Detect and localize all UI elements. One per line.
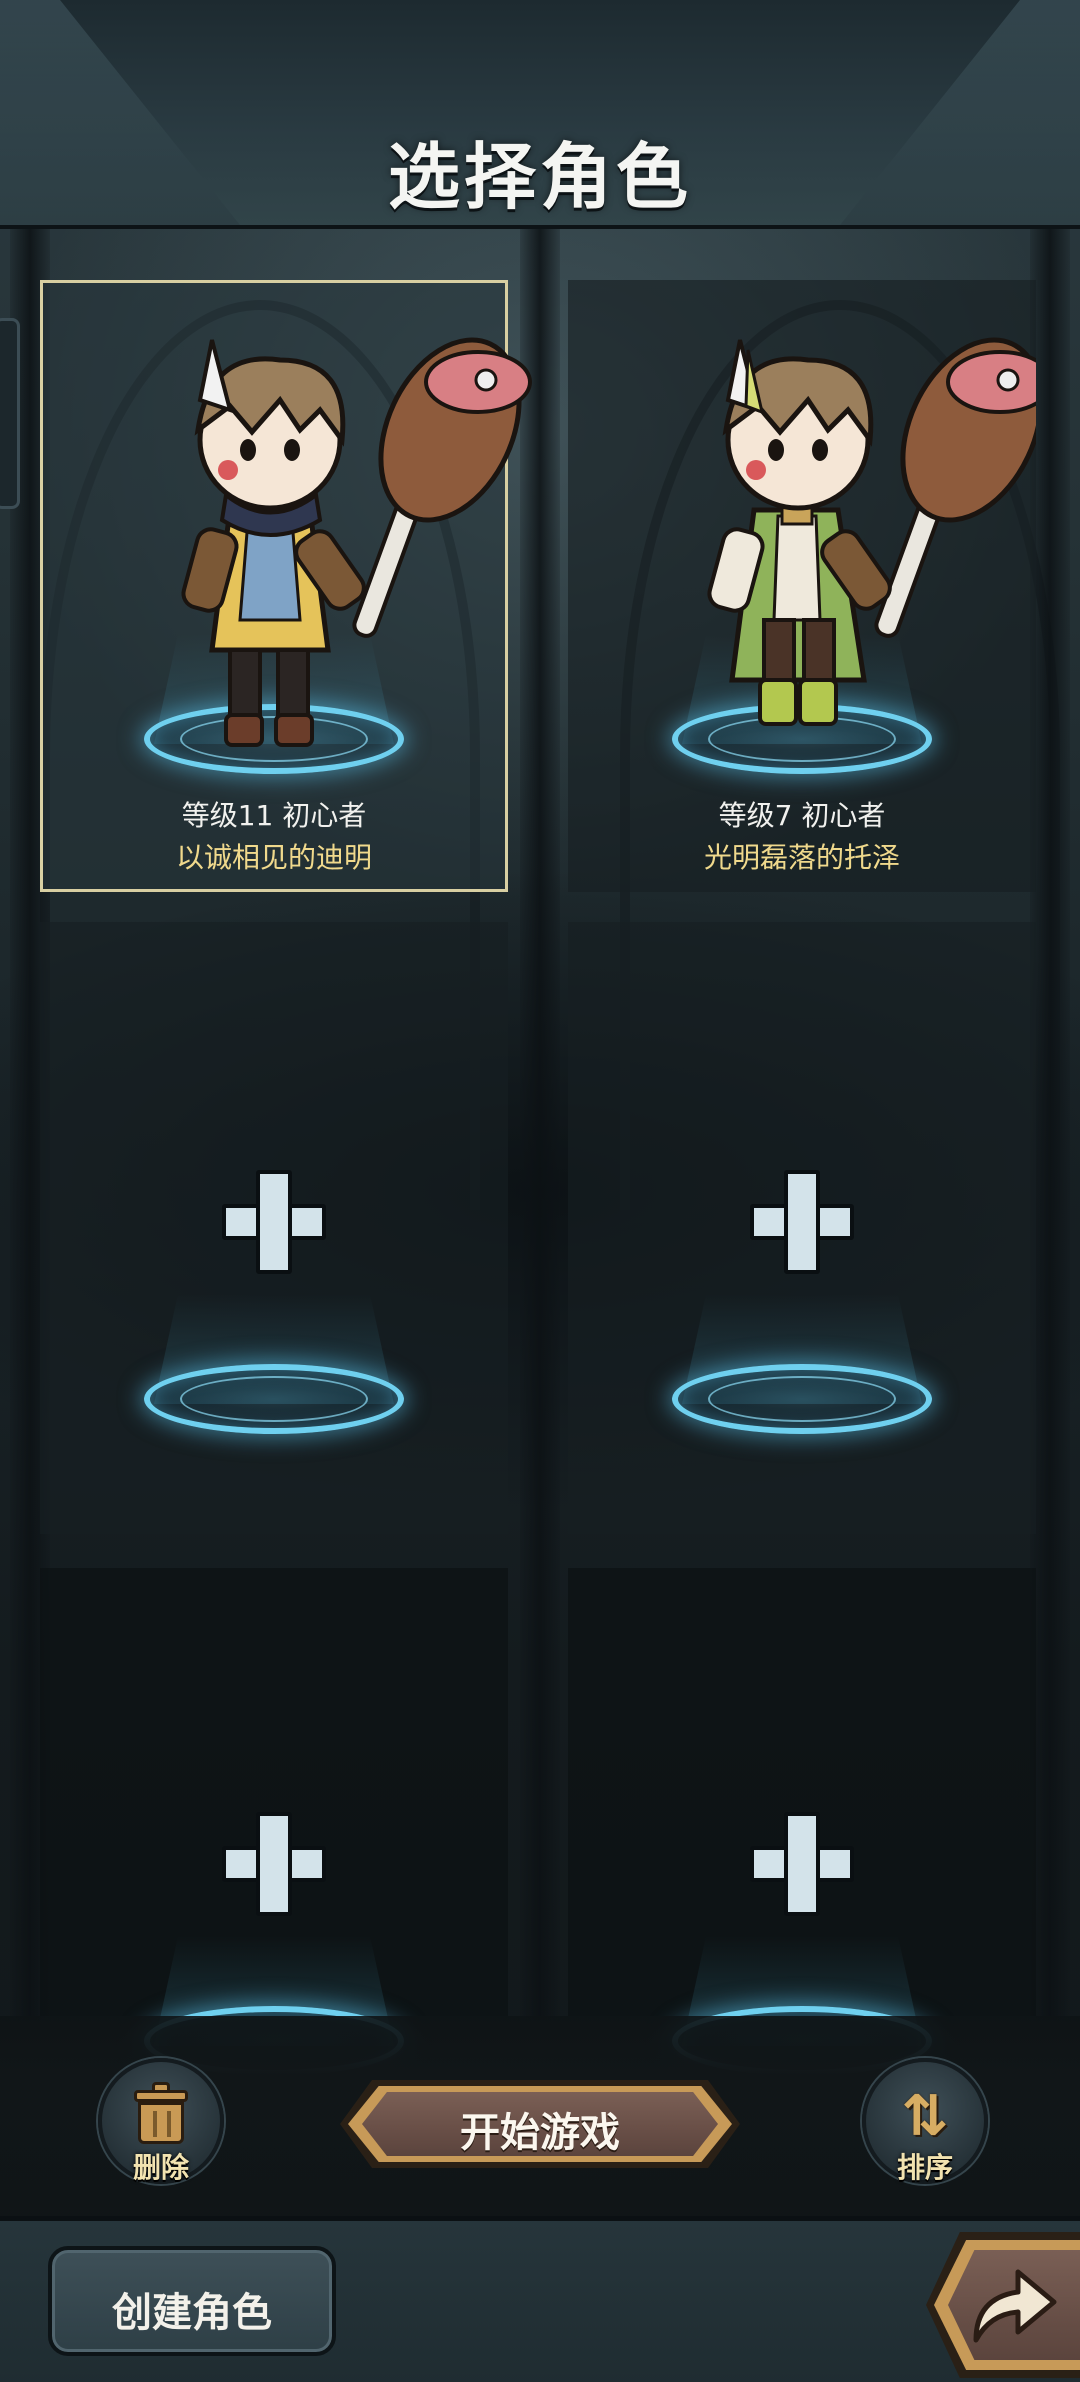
- plus-icon: [222, 1812, 326, 1916]
- forward-arrow-icon: [973, 2269, 1057, 2343]
- trash-icon: [134, 2082, 188, 2146]
- create-character-button[interactable]: 创建角色: [48, 2246, 336, 2356]
- empty-slot-4[interactable]: [568, 922, 1036, 1534]
- sort-button[interactable]: ⇅ 排序: [862, 2058, 988, 2184]
- sort-label: 排序: [896, 2151, 953, 2184]
- create-character-label: 创建角色: [112, 2290, 272, 2336]
- background-pillar-right: [1030, 220, 1070, 2020]
- empty-slot-6[interactable]: [568, 1568, 1036, 2076]
- empty-slot-3[interactable]: [40, 922, 508, 1534]
- summon-platform: [672, 1294, 932, 1434]
- character-portrait-toze: [707, 337, 1036, 726]
- character-portrait-dimin: [181, 337, 532, 747]
- sort-arrows-icon: ⇅: [901, 2084, 949, 2149]
- plus-icon: [750, 1170, 854, 1274]
- start-game-label: 开始游戏: [460, 2110, 620, 2156]
- character-select-screen: 选择角色 等级11 初心者 以诚相见的迪明 等级7 初心者 光明磊落的托泽 删除…: [0, 0, 1080, 2382]
- character-slot-2[interactable]: 等级7 初心者 光明磊落的托泽: [568, 280, 1036, 892]
- character-level-class: 等级7 初心者: [718, 799, 886, 832]
- header-bar: 选择角色: [0, 0, 1080, 229]
- plus-icon: [750, 1812, 854, 1916]
- delete-label: 删除: [132, 2151, 189, 2184]
- plus-icon: [222, 1170, 326, 1274]
- delete-button[interactable]: 删除: [98, 2058, 224, 2184]
- page-title: 选择角色: [387, 135, 692, 219]
- character-name: 光明磊落的托泽: [703, 841, 900, 874]
- character-slot-1[interactable]: 等级11 初心者 以诚相见的迪明: [40, 280, 532, 892]
- summon-platform: [144, 1294, 404, 1434]
- character-level-class: 等级11 初心者: [181, 799, 367, 832]
- start-game-button[interactable]: 开始游戏: [340, 2080, 740, 2168]
- side-drawer-tab[interactable]: [0, 318, 20, 509]
- forward-button[interactable]: [926, 2232, 1080, 2378]
- character-name: 以诚相见的迪明: [175, 841, 372, 874]
- empty-slot-5[interactable]: [40, 1568, 508, 2076]
